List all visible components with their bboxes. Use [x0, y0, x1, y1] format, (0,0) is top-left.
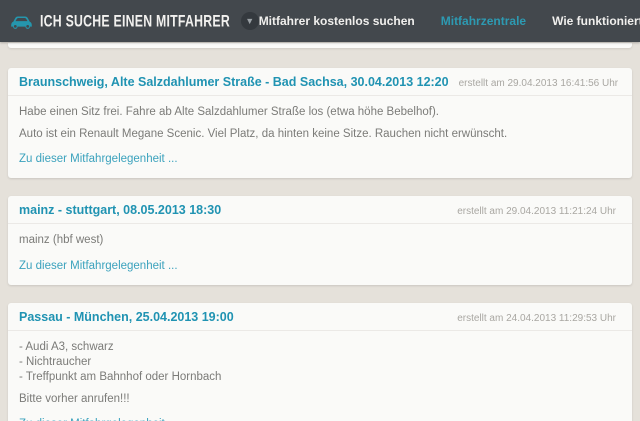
listing-created-timestamp: erstellt am 29.04.2013 11:21:24 Uhr	[457, 206, 616, 217]
ride-listing-card: Braunschweig, Alte Salzdahlumer Straße -…	[8, 68, 632, 178]
listing-paragraph: mainz (hbf west)	[19, 233, 620, 248]
brand-logo[interactable]: Ich suche einen Mitfahrer ▼	[10, 12, 259, 30]
listings-area: Braunschweig, Alte Salzdahlumer Straße -…	[0, 42, 640, 421]
nav-item-mitfahrzentrale[interactable]: Mitfahrzentrale	[441, 14, 526, 28]
listing-title-link[interactable]: Braunschweig, Alte Salzdahlumer Straße -…	[19, 75, 449, 89]
listing-details-link[interactable]: Zu dieser Mitfahrgelegenheit ...	[19, 153, 178, 165]
chevron-down-icon: ▼	[245, 17, 254, 26]
brand-dropdown-toggle[interactable]: ▼	[241, 12, 259, 30]
ride-listing-card: mainz - stuttgart, 08.05.2013 18:30 erst…	[8, 196, 632, 284]
ride-listing-card: Passau - München, 25.04.2013 19:00 erste…	[8, 303, 632, 421]
listing-card-header: Passau - München, 25.04.2013 19:00 erste…	[8, 303, 632, 331]
nav-item-wie-funktionierts[interactable]: Wie funktionierts	[552, 14, 640, 28]
listing-title-link[interactable]: Passau - München, 25.04.2013 19:00	[19, 310, 234, 324]
listing-details-link[interactable]: Zu dieser Mitfahrgelegenheit ...	[19, 260, 178, 272]
partial-scrolled-card	[8, 43, 632, 48]
listing-created-timestamp: erstellt am 24.04.2013 11:29:53 Uhr	[457, 313, 616, 324]
brand-title: Ich suche einen Mitfahrer	[40, 11, 230, 30]
listing-paragraph: Bitte vorher anrufen!!!	[19, 392, 620, 407]
top-navigation-bar: Ich suche einen Mitfahrer ▼ Mitfahrer ko…	[0, 0, 640, 42]
nav-item-mitfahrer-suchen[interactable]: Mitfahrer kostenlos suchen	[259, 14, 415, 28]
listing-paragraph: Habe einen Sitz frei. Fahre ab Alte Salz…	[19, 105, 620, 120]
listing-description: mainz (hbf west) Zu dieser Mitfahrgelegen…	[8, 224, 632, 284]
listing-description: - Audi A3, schwarz - Nichtraucher - Tref…	[8, 331, 632, 421]
listing-created-timestamp: erstellt am 29.04.2013 16:41:56 Uhr	[459, 78, 619, 89]
listing-card-header: Braunschweig, Alte Salzdahlumer Straße -…	[8, 68, 632, 96]
listing-paragraph: - Audi A3, schwarz - Nichtraucher - Tref…	[19, 340, 620, 386]
primary-nav: Mitfahrer kostenlos suchen Mitfahrzentra…	[259, 6, 640, 36]
listing-description: Habe einen Sitz frei. Fahre ab Alte Salz…	[8, 96, 632, 178]
listing-title-link[interactable]: mainz - stuttgart, 08.05.2013 18:30	[19, 203, 221, 217]
listing-cards-container: Braunschweig, Alte Salzdahlumer Straße -…	[8, 68, 632, 421]
car-icon	[10, 14, 33, 29]
listing-paragraph: Auto ist ein Renault Megane Scenic. Viel…	[19, 127, 620, 142]
listing-card-header: mainz - stuttgart, 08.05.2013 18:30 erst…	[8, 196, 632, 224]
